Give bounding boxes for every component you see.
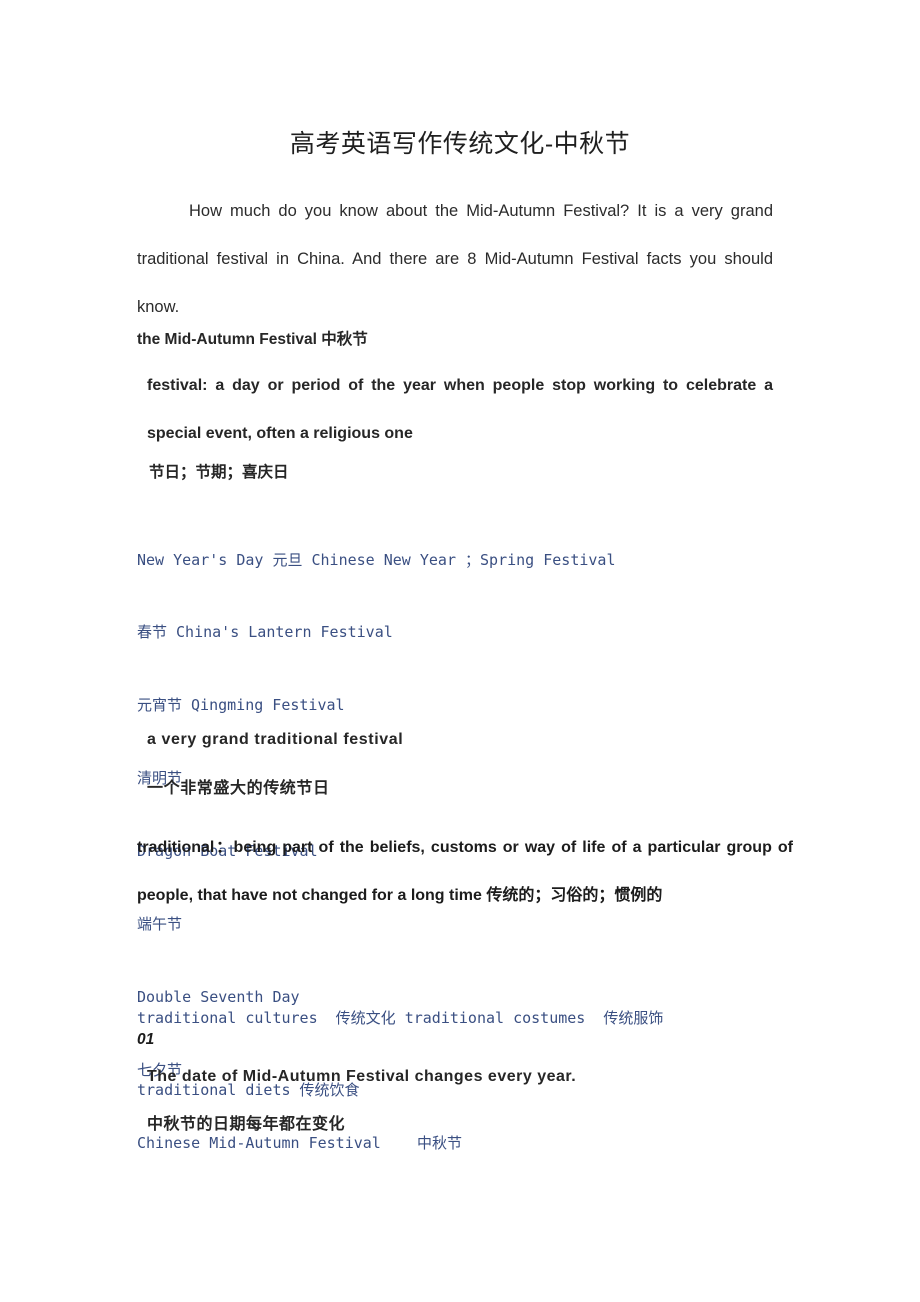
list-item: 春节 China's Lantern Festival [137,623,393,642]
grand-festival-phrase-chinese: 一个非常盛大的传统节日 [147,780,330,797]
page-title: 高考英语写作传统文化-中秋节 [289,129,631,158]
document-page: 高考英语写作传统文化-中秋节 How much do you know abou… [0,0,920,1302]
list-item: traditional cultures 传统文化 traditional co… [137,1008,664,1027]
festival-chinese-meaning: 节日；节期；喜庆日 [149,464,289,481]
intro-paragraph: How much do you know about the Mid-Autum… [137,201,773,316]
festival-definition: festival: a day or period of the year wh… [147,377,773,442]
festival-section-heading: the Mid-Autumn Festival 中秋节 [137,331,368,348]
grand-festival-phrase-english: a very grand traditional festival [147,731,404,748]
fact-item-english: The date of Mid-Autumn Festival changes … [147,1068,577,1085]
fact-item-number: 01 [137,1031,155,1048]
list-item: 元宵节 Qingming Festival [137,696,345,715]
list-item: New Year's Day 元旦 Chinese New Year ；Spri… [137,550,616,569]
fact-item-chinese: 中秋节的日期每年都在变化 [147,1116,346,1133]
traditional-definition: traditional：being part of the beliefs, c… [137,839,793,904]
